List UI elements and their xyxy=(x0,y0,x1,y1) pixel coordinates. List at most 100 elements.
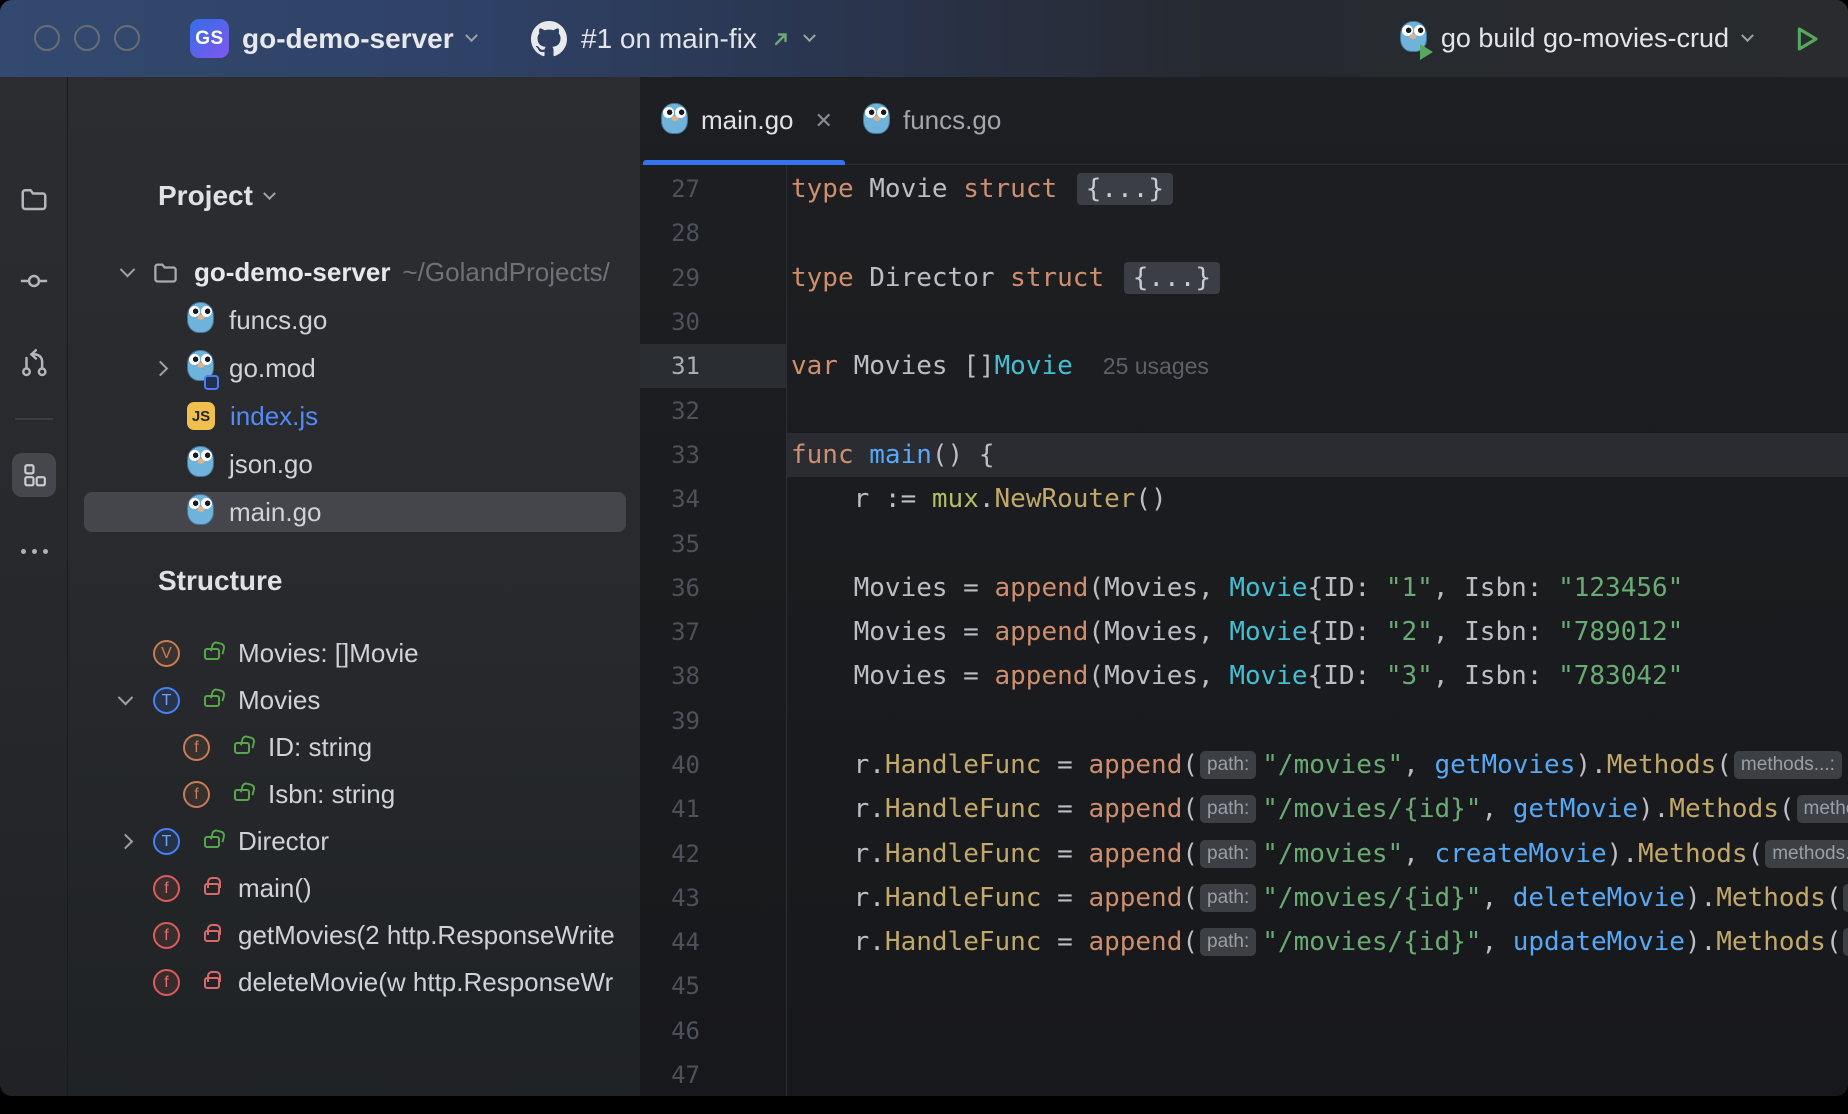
line-number[interactable]: 41 xyxy=(640,795,786,823)
project-tool-button[interactable] xyxy=(0,171,68,227)
code-area[interactable]: 27type Movie struct {...}28 29type Direct… xyxy=(640,165,1848,1096)
folded-region[interactable]: {...} xyxy=(1124,262,1220,294)
structure-item-label: Director xyxy=(238,826,329,857)
tree-item-go.mod[interactable]: go.mod xyxy=(68,344,640,392)
code-token: struct xyxy=(1010,263,1120,293)
code-line-content[interactable] xyxy=(786,699,1848,743)
run-config-name[interactable]: go build go-movies-crud xyxy=(1441,23,1729,54)
structure-item-label: Movies xyxy=(238,685,320,716)
line-number[interactable]: 38 xyxy=(640,662,786,690)
tree-item-funcs.go[interactable]: funcs.go xyxy=(68,296,640,344)
code-token: deleteMovie xyxy=(1513,883,1685,913)
commit-tool-button[interactable] xyxy=(0,253,68,309)
code-line-44: 44 r.HandleFunc = append(path:"/movies/{… xyxy=(640,920,1848,964)
code-line-content[interactable]: r := mux.NewRouter() xyxy=(786,477,1848,521)
code-line-33: 33func main() { xyxy=(640,433,1848,477)
structure-item-isbn-string[interactable]: fIsbn: string xyxy=(68,771,640,818)
usages-hint[interactable]: 25 usages xyxy=(1103,353,1209,380)
tab-main.go[interactable]: main.go✕ xyxy=(643,77,845,164)
code-line-content[interactable]: r.HandleFunc = append(path:"/movies/{id}… xyxy=(786,920,1848,964)
code-line-content[interactable]: Movies = append(Movies, Movie{ID: "2", I… xyxy=(786,610,1848,654)
code-line-content[interactable] xyxy=(786,1009,1848,1053)
gopher-icon xyxy=(187,446,214,477)
more-tool-windows-button[interactable] xyxy=(0,523,68,579)
chevron-right-icon[interactable] xyxy=(153,360,169,376)
code-token: Methods xyxy=(1669,794,1779,824)
line-number[interactable]: 39 xyxy=(640,707,786,735)
chevron-right-icon[interactable] xyxy=(118,834,134,850)
line-number[interactable]: 43 xyxy=(640,884,786,912)
code-line-content[interactable]: Movies = append(Movies, Movie{ID: "1", I… xyxy=(786,566,1848,610)
line-number[interactable]: 42 xyxy=(640,840,786,868)
code-line-content[interactable]: r.HandleFunc = append(path:"/movies/{id}… xyxy=(786,787,1848,831)
code-line-content[interactable]: r.HandleFunc = append(path:"/movies", ge… xyxy=(786,743,1848,787)
code-line-content[interactable] xyxy=(786,300,1848,344)
code-line-content[interactable]: var Movies []Movie25 usages xyxy=(786,344,1848,388)
vcs-widget[interactable]: #1 on main-fix xyxy=(531,0,814,77)
line-number[interactable]: 40 xyxy=(640,751,786,779)
chevron-down-icon[interactable] xyxy=(118,690,134,706)
close-icon[interactable]: ✕ xyxy=(815,108,833,134)
code-line-46: 46 xyxy=(640,1009,1848,1053)
run-button[interactable] xyxy=(1790,23,1822,55)
code-line-content[interactable] xyxy=(786,211,1848,255)
code-line-content[interactable] xyxy=(786,1053,1848,1096)
tree-item-go-demo-server[interactable]: go-demo-server~/GolandProjects/ xyxy=(68,248,640,296)
structure-tool-button[interactable] xyxy=(12,453,56,497)
line-number[interactable]: 47 xyxy=(640,1061,786,1089)
line-number[interactable]: 33 xyxy=(640,441,786,469)
code-line-content[interactable]: r.HandleFunc = append(path:"/movies/{id}… xyxy=(786,876,1848,920)
code-token: r. xyxy=(791,750,885,780)
line-number[interactable]: 34 xyxy=(640,485,786,513)
line-number[interactable]: 32 xyxy=(640,397,786,425)
line-number[interactable]: 30 xyxy=(640,308,786,336)
code-line-content[interactable]: r.HandleFunc = append(path:"/movies", cr… xyxy=(786,831,1848,875)
code-line-content[interactable] xyxy=(786,964,1848,1008)
unlocked-icon xyxy=(204,648,220,660)
line-number[interactable]: 36 xyxy=(640,574,786,602)
line-number[interactable]: 27 xyxy=(640,175,786,203)
code-line-content[interactable]: type Movie struct {...} xyxy=(786,167,1848,211)
code-token: (Movies, xyxy=(1088,661,1229,691)
line-number[interactable]: 44 xyxy=(640,928,786,956)
line-number[interactable]: 45 xyxy=(640,972,786,1000)
code-token: "123456" xyxy=(1558,573,1683,603)
line-number[interactable]: 46 xyxy=(640,1017,786,1045)
maximize-window-icon[interactable] xyxy=(114,25,140,51)
structure-icon xyxy=(21,462,47,488)
go-file-icon xyxy=(863,103,890,139)
tree-item-json.go[interactable]: json.go xyxy=(68,440,640,488)
line-number[interactable]: 31 xyxy=(640,344,786,388)
code-token: ( xyxy=(1182,750,1198,780)
structure-item-deletemovie-w-http-responsewr[interactable]: fdeleteMovie(w http.ResponseWr xyxy=(68,959,640,1006)
structure-item-director[interactable]: TDirector xyxy=(68,818,640,865)
code-line-content[interactable] xyxy=(786,521,1848,565)
pull-requests-tool-button[interactable] xyxy=(0,335,68,391)
structure-item-main-[interactable]: fmain() xyxy=(68,865,640,912)
code-token: "/movies/{id}" xyxy=(1262,883,1481,913)
project-panel-header[interactable]: Project xyxy=(158,180,274,212)
unlocked-icon xyxy=(234,789,250,801)
close-window-icon[interactable] xyxy=(34,25,60,51)
code-token: ). xyxy=(1607,839,1638,869)
structure-item-id-string[interactable]: fID: string xyxy=(68,724,640,771)
tree-item-main.go[interactable]: main.go xyxy=(68,488,640,536)
structure-item-getmovies-2-http-responsewrite[interactable]: fgetMovies(2 http.ResponseWrite xyxy=(68,912,640,959)
code-line-content[interactable] xyxy=(786,388,1848,432)
folded-region[interactable]: {...} xyxy=(1077,173,1173,205)
code-line-content[interactable]: func main() { xyxy=(786,433,1848,477)
structure-item-movies[interactable]: TMovies xyxy=(68,677,640,724)
line-number[interactable]: 37 xyxy=(640,618,786,646)
line-number[interactable]: 29 xyxy=(640,264,786,292)
project-widget[interactable]: GS go-demo-server xyxy=(190,0,476,77)
line-number[interactable]: 35 xyxy=(640,530,786,558)
line-number[interactable]: 28 xyxy=(640,219,786,247)
code-line-content[interactable]: Movies = append(Movies, Movie{ID: "3", I… xyxy=(786,654,1848,698)
code-token: , xyxy=(1481,927,1512,957)
structure-item-movies-movie[interactable]: VMovies: []Movie xyxy=(68,630,640,677)
minimize-window-icon[interactable] xyxy=(74,25,100,51)
chevron-down-icon[interactable] xyxy=(120,261,136,277)
code-line-content[interactable]: type Director struct {...} xyxy=(786,256,1848,300)
tab-funcs.go[interactable]: funcs.go xyxy=(845,77,1019,164)
tree-item-index.js[interactable]: JSindex.js xyxy=(68,392,640,440)
